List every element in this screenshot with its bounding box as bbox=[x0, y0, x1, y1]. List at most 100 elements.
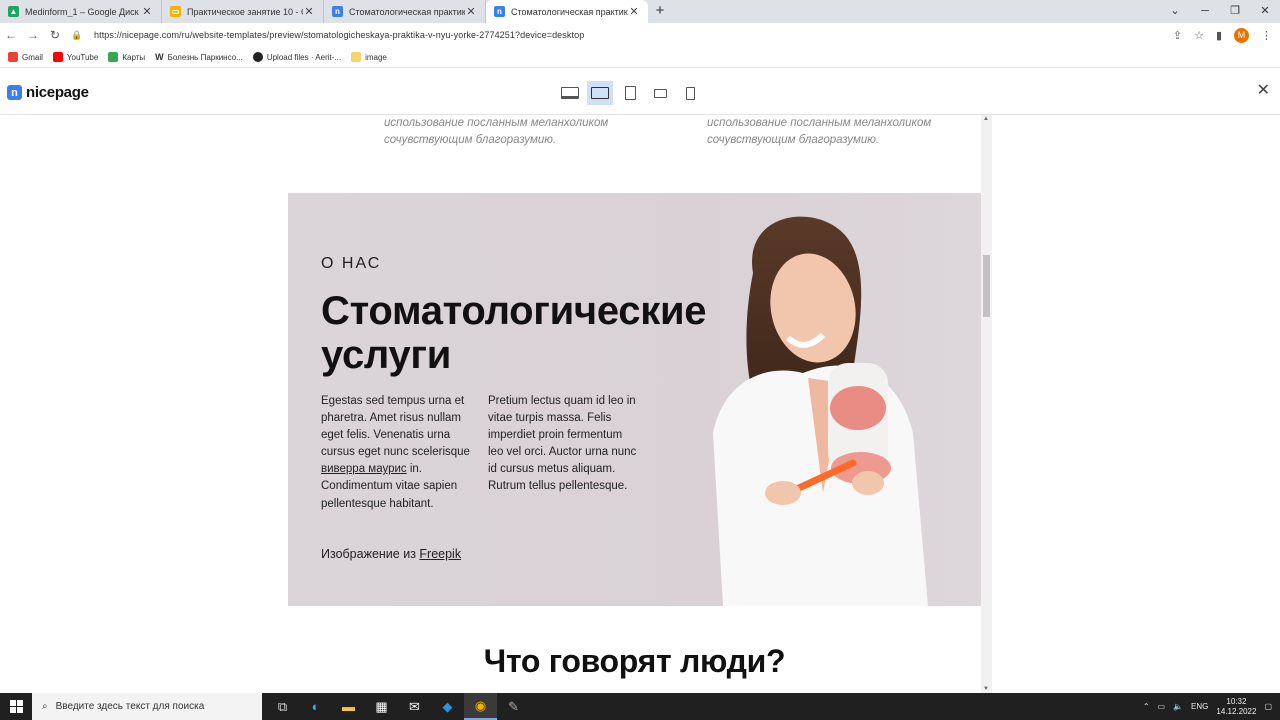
restore-icon[interactable]: ❐ bbox=[1220, 0, 1250, 23]
taskbar-apps: ⧉ ◐ ▬ ▦ ✉ ◆ ◉ ✎ bbox=[266, 693, 530, 720]
page-scrollbar[interactable]: ▲ ▼ bbox=[981, 115, 992, 693]
windows-start-icon[interactable] bbox=[0, 693, 32, 720]
bookmark-item[interactable]: Upload files · Aerit-... bbox=[252, 52, 342, 62]
tablet-icon[interactable] bbox=[617, 81, 643, 105]
volume-muted-icon[interactable]: 🔈 bbox=[1173, 702, 1183, 711]
testimonial-text-left: использование посланным меланхоликом соч… bbox=[384, 115, 608, 149]
bookmark-item[interactable]: YouTube bbox=[52, 52, 98, 62]
url-input[interactable]: https://nicepage.com/ru/website-template… bbox=[94, 30, 584, 40]
browser-tab[interactable]: n Стоматологическая практика в ✕ bbox=[324, 0, 486, 23]
taskbar-search[interactable]: ⌕ Введите здесь текст для поиска bbox=[32, 693, 262, 720]
nicepage-logo[interactable]: n nicepage bbox=[7, 84, 89, 101]
testimonial-text-right: использование посланным меланхоликом соч… bbox=[707, 115, 931, 149]
freepik-link[interactable]: Freepik bbox=[419, 547, 461, 561]
network-icon[interactable]: ▭ bbox=[1158, 702, 1166, 711]
scroll-down-icon[interactable]: ▼ bbox=[983, 686, 989, 692]
nicepage-logo-icon: n bbox=[7, 85, 22, 100]
browser-tab-bar: ▲ Medinform_1 – Google Диск ✕ ▭ Практиче… bbox=[0, 0, 1280, 23]
text-column-left: Egestas sed tempus urna et pharetra. Ame… bbox=[321, 393, 471, 513]
testimonials-heading: Что говорят люди? bbox=[483, 643, 786, 679]
search-icon: ⌕ bbox=[42, 701, 48, 712]
profile-avatar[interactable]: M bbox=[1234, 27, 1249, 43]
paint-icon[interactable]: ✎ bbox=[497, 693, 530, 720]
tab-title: Стоматологическая практика в bbox=[349, 6, 465, 17]
close-tab-icon[interactable]: ✕ bbox=[303, 5, 315, 18]
tab-title: Практическое занятие 10 - Goo bbox=[187, 6, 303, 17]
text-column-right: Pretium lectus quam id leo in vitae turp… bbox=[488, 395, 637, 493]
github-icon bbox=[252, 52, 263, 62]
menu-dots-icon[interactable]: ⋮ bbox=[1261, 29, 1272, 42]
bookmark-label: Карты bbox=[122, 52, 146, 62]
bookmark-item[interactable]: Карты bbox=[108, 52, 145, 62]
tab-search-icon[interactable]: ⌄ bbox=[1160, 0, 1190, 23]
windows-taskbar: ⌕ Введите здесь текст для поиска ⧉ ◐ ▬ ▦… bbox=[0, 693, 1280, 720]
browser-tab[interactable]: ▲ Medinform_1 – Google Диск ✕ bbox=[0, 0, 162, 23]
bookmark-label: Gmail bbox=[22, 52, 43, 62]
desktop-icon[interactable] bbox=[557, 81, 583, 105]
youtube-icon bbox=[52, 52, 63, 62]
quote-line: использование посланным меланхоликом bbox=[707, 117, 932, 129]
forward-icon[interactable]: → bbox=[22, 28, 44, 42]
quote-line: сочувствующим благоразумию. bbox=[707, 134, 880, 146]
google-drive-icon: ▲ bbox=[8, 6, 19, 17]
bookmark-item[interactable]: Gmail bbox=[8, 52, 43, 62]
system-tray: ⌃ ▭ 🔈 ENG 10:32 14.12.2022 ▢ bbox=[1143, 693, 1280, 720]
gmail-icon bbox=[8, 52, 18, 62]
text-part: Egestas sed tempus urna et pharetra. Ame… bbox=[321, 395, 470, 459]
about-section: О НАС Стоматологические услуги Egestas s… bbox=[288, 193, 981, 606]
nicepage-logo-text: nicepage bbox=[26, 84, 89, 101]
quote-line: использование посланным меланхоликом bbox=[384, 117, 609, 129]
image-credit: Изображение из Freepik bbox=[321, 547, 461, 561]
tablet-landscape-icon[interactable] bbox=[647, 81, 673, 105]
scrollbar-thumb[interactable] bbox=[983, 255, 990, 317]
file-explorer-icon[interactable]: ▬ bbox=[332, 693, 365, 720]
bookmark-star-icon[interactable]: ☆ bbox=[1194, 29, 1204, 42]
edge-icon[interactable]: ◐ bbox=[299, 693, 332, 720]
folder-icon bbox=[351, 52, 362, 62]
bookmark-label: Болезнь Паркинсо... bbox=[167, 52, 243, 62]
share-icon[interactable]: ⇪ bbox=[1173, 29, 1182, 42]
phone-icon[interactable] bbox=[677, 81, 703, 105]
nicepage-icon: n bbox=[494, 6, 505, 17]
chrome-icon[interactable]: ◉ bbox=[464, 693, 497, 720]
bookmark-label: image bbox=[365, 52, 387, 62]
close-tab-icon[interactable]: ✕ bbox=[465, 5, 477, 18]
close-tab-icon[interactable]: ✕ bbox=[141, 5, 153, 18]
side-panel-icon[interactable]: ▮ bbox=[1216, 29, 1222, 42]
credit-prefix: Изображение из bbox=[321, 547, 420, 561]
store-icon[interactable]: ▦ bbox=[365, 693, 398, 720]
notifications-icon[interactable]: ▢ bbox=[1264, 702, 1272, 711]
clock-time: 10:32 bbox=[1226, 696, 1247, 706]
close-preview-icon[interactable]: ✕ bbox=[1257, 80, 1270, 100]
lock-icon[interactable]: 🔒 bbox=[66, 30, 88, 41]
close-window-icon[interactable]: ✕ bbox=[1250, 0, 1280, 23]
bookmark-item[interactable]: image bbox=[351, 52, 387, 62]
address-bar: ← → ↻ 🔒 https://nicepage.com/ru/website-… bbox=[0, 23, 1280, 47]
wikipedia-icon: W bbox=[155, 52, 164, 62]
clock-date: 14.12.2022 bbox=[1216, 706, 1257, 716]
tab-title: Стоматологическая практика в bbox=[511, 6, 628, 17]
back-icon[interactable]: ← bbox=[0, 28, 22, 42]
scroll-up-icon[interactable]: ▲ bbox=[983, 116, 989, 122]
bookmark-label: Upload files · Aerit-... bbox=[266, 52, 342, 62]
new-tab-button[interactable]: + bbox=[648, 0, 672, 23]
vscode-icon[interactable]: ◆ bbox=[431, 693, 464, 720]
browser-tab[interactable]: ▭ Практическое занятие 10 - Goo ✕ bbox=[162, 0, 324, 23]
quote-line: сочувствующим благоразумию. bbox=[384, 134, 557, 146]
bookmark-item[interactable]: W Болезнь Паркинсо... bbox=[155, 52, 243, 62]
website-preview: использование посланным меланхоликом соч… bbox=[0, 115, 1280, 693]
inline-link[interactable]: виверра маурис bbox=[321, 463, 407, 475]
tray-chevron-icon[interactable]: ⌃ bbox=[1143, 702, 1150, 711]
clock[interactable]: 10:32 14.12.2022 bbox=[1216, 697, 1256, 717]
task-view-icon[interactable]: ⧉ bbox=[266, 693, 299, 720]
reload-icon[interactable]: ↻ bbox=[44, 28, 66, 42]
address-bar-actions: ⇪ ☆ ▮ M ⋮ bbox=[1173, 23, 1272, 47]
mail-icon[interactable]: ✉ bbox=[398, 693, 431, 720]
window-controls: ⌄ ─ ❐ ✕ bbox=[1160, 0, 1280, 23]
language-indicator[interactable]: ENG bbox=[1191, 702, 1208, 711]
browser-tab-active[interactable]: n Стоматологическая практика в ✕ bbox=[486, 0, 648, 23]
laptop-icon[interactable] bbox=[587, 81, 613, 105]
nicepage-preview-header: n nicepage ✕ bbox=[0, 69, 1280, 115]
close-tab-icon[interactable]: ✕ bbox=[628, 5, 640, 18]
minimize-icon[interactable]: ─ bbox=[1190, 0, 1220, 23]
